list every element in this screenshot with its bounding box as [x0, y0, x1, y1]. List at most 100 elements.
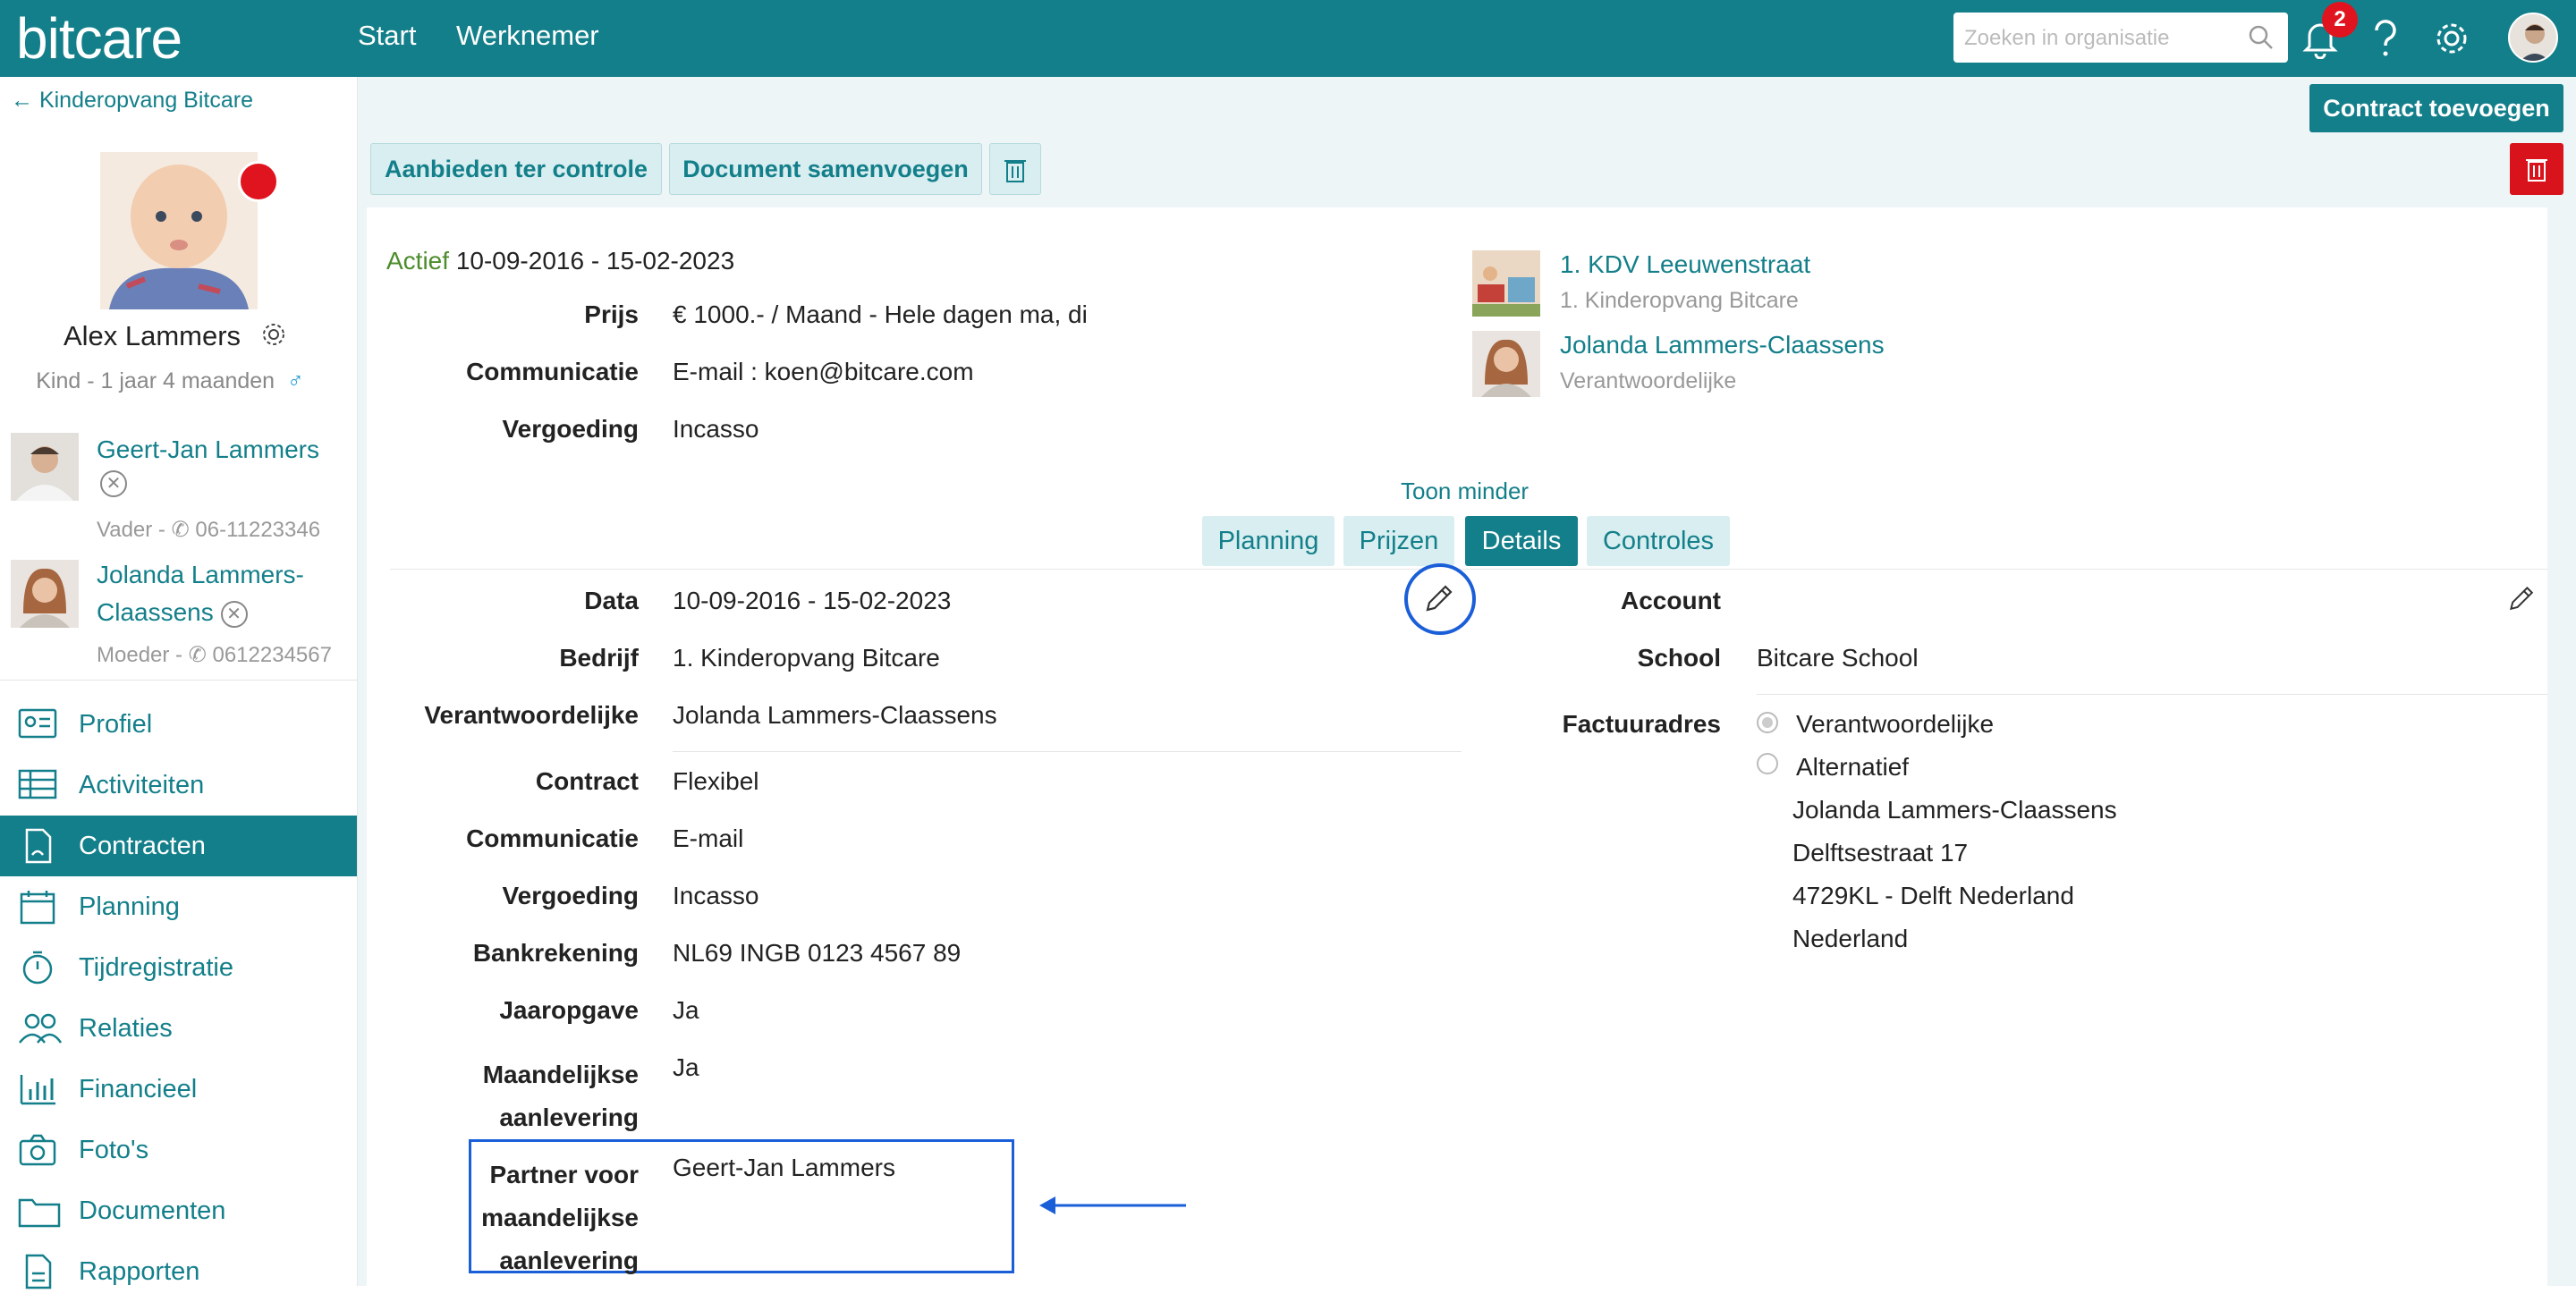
tab-planning[interactable]: Planning: [1202, 516, 1335, 566]
sidebar-item-contracten[interactable]: Contracten: [0, 816, 357, 876]
field-label: Factuuradres: [1562, 710, 1721, 738]
communication-value: E-mail: [673, 824, 744, 852]
field-label-line: Maandelijkse: [482, 1061, 639, 1088]
remove-relation-icon[interactable]: ✕: [100, 470, 127, 497]
responsible-value: Jolanda Lammers-Claassens: [673, 701, 997, 729]
field-label-line: Partner voor: [489, 1161, 640, 1188]
relation-photo-mother[interactable]: [11, 560, 79, 628]
location-sub: 1. Kinderopvang Bitcare: [1560, 288, 1799, 313]
address-line: 4729KL - Delft Nederland: [1792, 882, 2074, 909]
child-photo: [100, 152, 258, 309]
tab-prijzen[interactable]: Prijzen: [1343, 516, 1454, 566]
relation-photo-father[interactable]: [11, 433, 79, 501]
compensation-value: Incasso: [673, 415, 759, 443]
field-label: Vergoeding: [502, 415, 639, 443]
sidebar-item-activiteiten[interactable]: Activiteiten: [0, 755, 357, 816]
relation-sub-father: Vader - ✆ 06-11223346: [97, 517, 320, 543]
delete-document-button[interactable]: [989, 143, 1041, 195]
relation-phone[interactable]: 06-11223346: [195, 518, 320, 542]
nav-werknemer[interactable]: Werknemer: [456, 20, 599, 52]
phone-icon: ✆: [188, 643, 213, 667]
trash-icon: [1004, 160, 1026, 182]
people-icon: [19, 1013, 63, 1044]
divider: [1757, 694, 2547, 695]
field-label: Communicatie: [466, 358, 639, 385]
field-label: Account: [1621, 587, 1721, 614]
toggle-less-link[interactable]: Toon minder: [1401, 478, 1529, 505]
radio-responsible[interactable]: [1757, 712, 1778, 733]
table-icon: [18, 769, 57, 799]
field-label-line: aanlevering: [499, 1247, 639, 1274]
sidebar: ← Kinderopvang Bitcare Alex Lammers Kind…: [0, 77, 358, 1289]
child-settings-gear-icon[interactable]: [259, 320, 288, 349]
company-value: 1. Kinderopvang Bitcare: [673, 644, 940, 672]
location-link[interactable]: 1. KDV Leeuwenstraat: [1560, 250, 1810, 279]
bitcare-logo[interactable]: bitcare: [16, 5, 182, 72]
sidebar-item-label: Tijdregistratie: [79, 953, 233, 982]
responsible-sub: Verantwoordelijke: [1560, 368, 1737, 393]
search-placeholder: Zoeken in organisatie: [1964, 26, 2170, 50]
stopwatch-icon: [22, 951, 53, 985]
sidebar-item-label: Profiel: [79, 710, 153, 739]
tab-details[interactable]: Details: [1465, 516, 1578, 566]
add-contract-button[interactable]: Contract toevoegen: [2309, 84, 2563, 132]
gear-icon[interactable]: [2431, 18, 2472, 59]
relation-phone[interactable]: 0612234567: [212, 643, 331, 667]
child-age: Kind - 1 jaar 4 maanden: [36, 368, 275, 393]
annual-statement-value: Ja: [673, 996, 699, 1024]
top-bar: bitcare Start Werknemer Zoeken in organi…: [0, 0, 2576, 77]
divider: [673, 751, 1462, 752]
field-label: School: [1637, 644, 1721, 672]
sidebar-item-label: Activiteiten: [79, 771, 205, 799]
field-label-monthly: Maandelijkse aanlevering: [376, 1053, 639, 1139]
partner-value: Geert-Jan Lammers: [673, 1154, 895, 1181]
notification-badge: 2: [2322, 2, 2358, 38]
child-subtitle: Kind - 1 jaar 4 maanden ♂: [0, 368, 340, 394]
relation-name-mother-surname: Claassens: [97, 598, 214, 626]
responsible-link[interactable]: Jolanda Lammers-Claassens: [1560, 331, 1885, 359]
monthly-delivery-value: Ja: [673, 1053, 699, 1081]
pencil-icon[interactable]: [2506, 583, 2538, 615]
bank-account-value: NL69 INGB 0123 4567 89: [673, 939, 962, 967]
tab-controles[interactable]: Controles: [1587, 516, 1730, 566]
contract-period: 10-09-2016 - 15-02-2023: [455, 247, 735, 275]
responsible-photo: [1472, 331, 1540, 397]
help-icon[interactable]: [2372, 20, 2399, 59]
sidebar-item-planning[interactable]: Planning: [0, 876, 357, 937]
camera-icon: [19, 1134, 56, 1166]
nav-start[interactable]: Start: [358, 20, 416, 52]
edit-details-button[interactable]: [1404, 563, 1476, 635]
sidebar-item-fotos[interactable]: Foto's: [0, 1120, 357, 1180]
address-line: Jolanda Lammers-Claassens: [1792, 796, 2117, 824]
sidebar-item-relaties[interactable]: Relaties: [0, 998, 357, 1059]
sidebar-item-label: Documenten: [79, 1196, 226, 1225]
sidebar-item-documenten[interactable]: Documenten: [0, 1180, 357, 1241]
radio-alternative[interactable]: [1757, 753, 1778, 774]
radio-label: Verantwoordelijke: [1796, 710, 1995, 738]
contract-status-line: Actief 10-09-2016 - 15-02-2023: [386, 247, 734, 275]
search-input[interactable]: Zoeken in organisatie: [1953, 13, 2288, 63]
sidebar-item-financieel[interactable]: Financieel: [0, 1059, 357, 1120]
delete-contract-button[interactable]: [2510, 143, 2563, 195]
offer-review-button[interactable]: Aanbieden ter controle: [370, 143, 662, 195]
back-link[interactable]: ← Kinderopvang Bitcare: [11, 88, 253, 114]
remove-relation-icon[interactable]: ✕: [220, 600, 248, 628]
folder-icon: [18, 1198, 61, 1228]
relation-name-father[interactable]: Geert-Jan Lammers: [97, 431, 319, 469]
child-name: Alex Lammers: [63, 320, 242, 351]
relation-role: Moeder -: [97, 643, 189, 667]
sidebar-item-profiel[interactable]: Profiel: [0, 694, 357, 755]
merge-document-button[interactable]: Document samenvoegen: [669, 143, 982, 195]
relation-name-mother-line2[interactable]: Claassens ✕: [97, 594, 248, 631]
relation-name-mother-line1[interactable]: Jolanda Lammers-: [97, 556, 304, 594]
pencil-icon: [1426, 585, 1453, 612]
sidebar-item-rapporten[interactable]: Rapporten: [0, 1241, 357, 1302]
id-card-icon: [18, 708, 57, 739]
user-avatar[interactable]: [2508, 13, 2558, 63]
back-link-label: Kinderopvang Bitcare: [38, 88, 253, 113]
status-dot: [238, 161, 279, 202]
sidebar-item-tijdregistratie[interactable]: Tijdregistratie: [0, 937, 357, 998]
field-label: Data: [584, 587, 639, 614]
sidebar-item-label: Contracten: [79, 832, 206, 860]
male-icon: ♂: [281, 368, 304, 393]
